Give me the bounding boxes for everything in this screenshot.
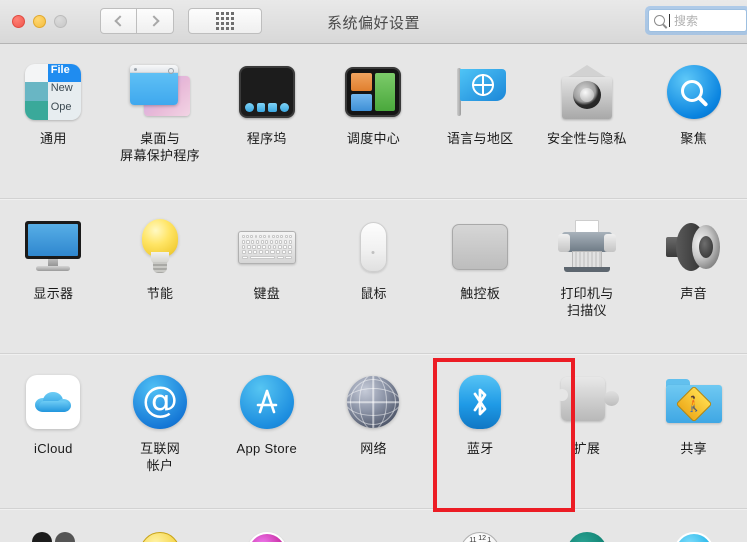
extensions-icon — [555, 371, 619, 433]
pref-pane-label: App Store — [236, 441, 298, 456]
pref-pane-icloud[interactable]: iCloud — [0, 354, 107, 508]
row-hardware: 显示器 节能 键盘 鼠标 触控板 打印机与 扫描仪 声音 — [0, 199, 747, 354]
pref-pane-label: 网络 — [360, 441, 387, 456]
pref-pane-displays[interactable]: 显示器 — [0, 199, 107, 353]
pref-pane-dock[interactable]: 程序坞 — [213, 44, 320, 198]
date-time-icon: 11 12 1 — [460, 532, 501, 542]
pref-pane-language-region[interactable]: 语言与地区 — [427, 44, 534, 198]
security-privacy-icon — [556, 61, 618, 123]
printers-scanners-icon — [556, 216, 618, 278]
time-machine-icon — [566, 532, 607, 542]
general-open-text: Ope — [47, 100, 82, 120]
pref-pane-energy-saver[interactable]: 节能 — [107, 199, 214, 353]
users-groups-icon — [31, 532, 75, 542]
mission-control-icon — [342, 61, 404, 123]
spotlight-icon — [663, 61, 725, 123]
internet-accounts-icon: @ — [129, 371, 191, 433]
bluetooth-icon — [449, 371, 511, 433]
dock-icon — [236, 61, 298, 123]
sound-icon — [663, 216, 725, 278]
pref-pane-printers-scanners[interactable]: 打印机与 扫描仪 — [534, 199, 641, 353]
pref-pane-label: 触控板 — [460, 286, 501, 301]
pref-pane-label: 扩展 — [573, 441, 601, 456]
search-placeholder: 搜索 — [674, 14, 699, 28]
clock-numeral-1: 1 — [487, 537, 492, 542]
pref-pane-siri[interactable] — [213, 509, 320, 542]
icloud-icon — [22, 371, 84, 433]
pref-pane-label: 安全性与隐私 — [547, 131, 627, 146]
pref-pane-label: 通用 — [40, 131, 67, 146]
pref-pane-users-groups[interactable] — [0, 509, 107, 542]
pref-pane-label: 语言与地区 — [446, 131, 514, 146]
pref-pane-label: 蓝牙 — [466, 441, 494, 456]
pref-pane-extensions[interactable]: 扩展 — [534, 354, 641, 508]
parental-controls-icon — [140, 532, 181, 542]
pref-pane-label: 桌面与 屏幕保护程序 — [120, 131, 200, 163]
pref-pane-accessibility[interactable] — [640, 509, 747, 542]
window-title: 系统偏好设置 — [326, 15, 420, 32]
clock-numeral-12: 12 — [478, 535, 486, 542]
pref-pane-label: 打印机与 扫描仪 — [560, 286, 614, 318]
pref-pane-sound[interactable]: 声音 — [640, 199, 747, 353]
search-icon — [654, 15, 665, 26]
network-icon — [342, 371, 404, 433]
pref-pane-internet-accounts[interactable]: @ 互联网 帐户 — [107, 354, 214, 508]
pref-pane-bluetooth[interactable]: 蓝牙 — [427, 354, 534, 508]
pref-pane-label: 鼠标 — [360, 286, 387, 301]
app-store-icon — [236, 371, 298, 433]
search-input[interactable]: 搜索 — [648, 9, 747, 32]
preferences-grid: File New Ope 通用 桌面与 屏幕保护程序 程序坞 调度中心 语言与地… — [0, 44, 747, 542]
pedestrian-glyph: 🚶 — [684, 395, 703, 413]
pref-pane-label: 显示器 — [33, 286, 74, 301]
pref-pane-general[interactable]: File New Ope 通用 — [0, 44, 107, 198]
pref-pane-label: 键盘 — [253, 286, 281, 301]
pref-pane-time-machine[interactable] — [534, 509, 641, 542]
language-region-icon — [449, 61, 511, 123]
pref-pane-app-store[interactable]: App Store — [213, 354, 320, 508]
pref-pane-spotlight[interactable]: 聚焦 — [640, 44, 747, 198]
siri-icon — [246, 532, 287, 542]
pref-pane-label: 互联网 帐户 — [140, 441, 181, 473]
pref-pane-label: 声音 — [680, 286, 707, 301]
system-preferences-window: 系统偏好设置 搜索 File New Ope 通用 桌面与 屏幕保护程序 程序坞… — [0, 0, 747, 542]
displays-icon — [22, 216, 84, 278]
pref-pane-network[interactable]: 网络 — [320, 354, 427, 508]
pref-pane-label: 聚焦 — [680, 131, 707, 146]
energy-saver-icon — [129, 216, 191, 278]
pref-pane-label: iCloud — [34, 441, 73, 456]
pref-pane-label: 共享 — [680, 441, 707, 456]
clock-numeral-11: 11 — [469, 537, 477, 542]
pref-pane-spacer — [320, 509, 427, 542]
search-field-focus-ring: 搜索 — [645, 6, 747, 35]
pref-pane-sharing[interactable]: 🚶 共享 — [640, 354, 747, 508]
trackpad-icon — [449, 216, 511, 278]
accessibility-icon — [673, 532, 714, 542]
pref-pane-label: 调度中心 — [346, 131, 401, 146]
text-caret — [669, 14, 670, 27]
title-bar: 系统偏好设置 搜索 — [0, 0, 747, 44]
row-personal: File New Ope 通用 桌面与 屏幕保护程序 程序坞 调度中心 语言与地… — [0, 44, 747, 199]
general-file-text: File — [47, 64, 82, 83]
pref-pane-trackpad[interactable]: 触控板 — [427, 199, 534, 353]
pref-pane-keyboard[interactable]: 键盘 — [213, 199, 320, 353]
keyboard-icon — [236, 216, 298, 278]
pref-pane-label: 节能 — [146, 286, 174, 301]
mouse-icon — [342, 216, 404, 278]
row-internet: iCloud @ 互联网 帐户 App Store 网络 蓝牙 扩展 🚶 共享 — [0, 354, 747, 509]
pref-pane-parental-controls[interactable] — [107, 509, 214, 542]
sharing-icon: 🚶 — [663, 371, 725, 433]
pref-pane-desktop-screensaver[interactable]: 桌面与 屏幕保护程序 — [107, 44, 214, 198]
pref-pane-label: 程序坞 — [246, 131, 287, 146]
pref-pane-mission-control[interactable]: 调度中心 — [320, 44, 427, 198]
desktop-screensaver-icon — [129, 61, 191, 123]
pref-pane-date-time[interactable]: 11 12 1 — [427, 509, 534, 542]
pref-pane-security-privacy[interactable]: 安全性与隐私 — [534, 44, 641, 198]
general-icon: File New Ope — [22, 61, 84, 123]
general-new-text: New — [47, 82, 82, 101]
pref-pane-mouse[interactable]: 鼠标 — [320, 199, 427, 353]
row-system-partial: 11 12 1 — [0, 509, 747, 542]
